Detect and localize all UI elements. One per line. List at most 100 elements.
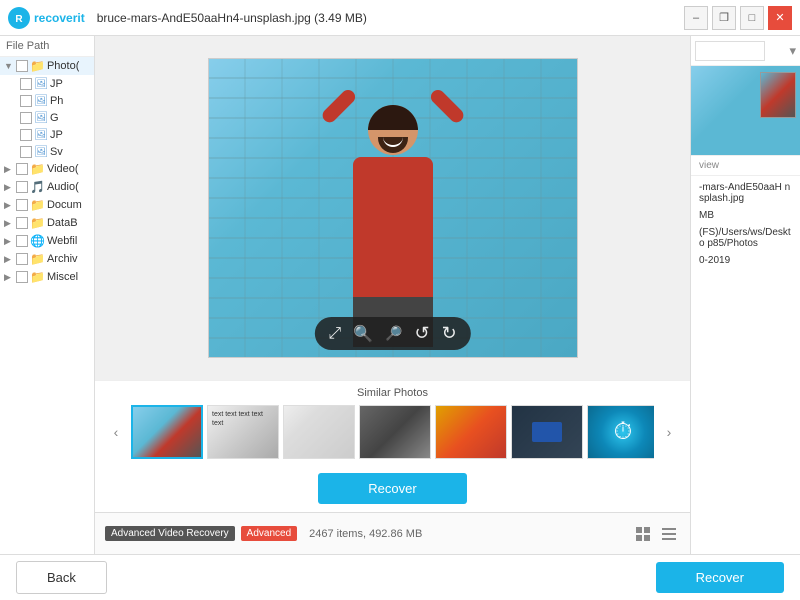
db-checkbox[interactable] (16, 217, 28, 229)
web-arrow: ▶ (4, 236, 14, 247)
sidebar-item-photos[interactable]: ▼ 📁 Photo( (0, 57, 94, 75)
maximize-button[interactable]: □ (740, 6, 764, 30)
db-arrow: ▶ (4, 218, 14, 229)
status-text: 2467 items, 492.86 MB (309, 528, 422, 540)
archive-checkbox[interactable] (16, 253, 28, 265)
restore-button[interactable]: ❐ (712, 6, 736, 30)
sidebar-item-db[interactable]: ▶ 📁 DataB (0, 214, 94, 232)
folder-icon-video: 📁 (30, 162, 45, 176)
zoom-in-icon[interactable]: 🔍 (353, 324, 373, 344)
prev-arrow[interactable]: ‹ (105, 421, 127, 443)
back-button[interactable]: Back (16, 561, 107, 594)
grid-view-button[interactable] (632, 523, 654, 545)
window-title: bruce-mars-AndE50aaHn4-unsplash.jpg (3.4… (97, 11, 684, 25)
right-panel-info: -mars-AndE50aaH nsplash.jpg MB (FS)/User… (691, 176, 800, 554)
sidebar-item-video[interactable]: ▶ 📁 Video( (0, 160, 94, 178)
preview-toolbar: ⤢ 🔍 🔎 ↺ ↻ (314, 317, 470, 350)
thumbnail-6[interactable] (511, 405, 583, 459)
misc-checkbox[interactable] (16, 271, 28, 283)
sidebar-db-label: DataB (47, 217, 78, 229)
similar-photos-title: Similar Photos (105, 387, 680, 399)
advanced-badge: Advanced (241, 526, 297, 541)
sidebar-item-ph[interactable]: 🖼 Ph (0, 92, 94, 109)
filename-row: -mars-AndE50aaH nsplash.jpg (699, 182, 792, 204)
folder-icon-docs: 📁 (30, 198, 45, 212)
sidebar-misc-label: Miscel (47, 271, 78, 283)
window-controls: – ❐ □ ✕ (684, 6, 792, 30)
right-panel: ▾ view -mars-AndE50aaH nsplash.jpg MB (F… (690, 36, 800, 554)
preview-image (208, 58, 578, 358)
audio-arrow: ▶ (4, 182, 14, 193)
sidebar-item-misc[interactable]: ▶ 📁 Miscel (0, 268, 94, 286)
rotate-left-icon[interactable]: ↺ (414, 323, 429, 344)
ph-checkbox[interactable] (20, 95, 32, 107)
folder-icon-archive: 📁 (30, 252, 45, 266)
thumbnail-2[interactable]: text text text text text (207, 405, 279, 459)
sidebar-item-web[interactable]: ▶ 🌐 Webfil (0, 232, 94, 250)
person-illustration (353, 105, 433, 347)
jp2-checkbox[interactable] (20, 129, 32, 141)
next-arrow[interactable]: › (658, 421, 680, 443)
fit-screen-icon[interactable]: ⤢ (328, 325, 341, 343)
preview-image-container: ⤢ 🔍 🔎 ↺ ↻ (208, 58, 578, 358)
recover-button-footer[interactable]: Recover (656, 562, 784, 593)
filename-value: -mars-AndE50aaH nsplash.jpg (699, 182, 792, 204)
photos-checkbox[interactable] (16, 60, 28, 72)
docs-checkbox[interactable] (16, 199, 28, 211)
folder-icon-misc: 📁 (30, 270, 45, 284)
audio-checkbox[interactable] (16, 181, 28, 193)
recover-button-main[interactable]: Recover (318, 473, 466, 504)
footer: Back Recover (0, 554, 800, 600)
sidebar-item-sv[interactable]: 🖼 Sv (0, 143, 94, 160)
person-body (353, 157, 433, 297)
g-checkbox[interactable] (20, 112, 32, 124)
docs-arrow: ▶ (4, 200, 14, 211)
zoom-out-icon[interactable]: 🔎 (385, 325, 402, 342)
jp1-checkbox[interactable] (20, 78, 32, 90)
expand-arrow: ▼ (4, 61, 14, 71)
size-value: MB (699, 210, 792, 221)
sidebar-header: File Path (0, 36, 94, 57)
person-hair (368, 105, 418, 130)
title-bar: R recoverit bruce-mars-AndE50aaHn4-unspl… (0, 0, 800, 36)
folder-icon-web: 🌐 (30, 234, 45, 248)
sidebar-g-label: G (50, 112, 59, 124)
filter-icon[interactable]: ▾ (789, 43, 796, 59)
sidebar: File Path ▼ 📁 Photo( 🖼 JP 🖼 Ph 🖼 G 🖼 JP (0, 36, 95, 554)
misc-arrow: ▶ (4, 272, 14, 283)
sidebar-item-archive[interactable]: ▶ 📁 Archiv (0, 250, 94, 268)
app-name-label: recoverit (34, 11, 85, 25)
sidebar-item-docs[interactable]: ▶ 📁 Docum (0, 196, 94, 214)
file-icon-ph: 🖼 (34, 94, 48, 107)
center-panel: ⤢ 🔍 🔎 ↺ ↻ Similar Photos ‹ (95, 36, 690, 554)
thumbnail-4[interactable] (359, 405, 431, 459)
sv-checkbox[interactable] (20, 146, 32, 158)
sidebar-audio-label: Audio( (47, 181, 79, 193)
path-row: (FS)/Users/ws/Deskto p85/Photos (699, 227, 792, 249)
sidebar-item-g[interactable]: 🖼 G (0, 109, 94, 126)
right-panel-view-label: view (699, 160, 719, 171)
sidebar-item-audio[interactable]: ▶ 🎵 Audio( (0, 178, 94, 196)
view-controls (632, 523, 680, 545)
rotate-right-icon[interactable]: ↻ (442, 323, 457, 344)
right-panel-thumbnail (691, 66, 800, 156)
file-icon-g: 🖼 (34, 111, 48, 124)
app-logo: R recoverit (8, 7, 85, 29)
web-checkbox[interactable] (16, 235, 28, 247)
sidebar-item-jp2[interactable]: 🖼 JP (0, 126, 94, 143)
bottom-bar-left: Advanced Video Recovery Advanced 2467 it… (105, 526, 624, 541)
sidebar-jp1-label: JP (50, 78, 63, 90)
search-input[interactable] (695, 41, 765, 61)
list-view-button[interactable] (658, 523, 680, 545)
video-checkbox[interactable] (16, 163, 28, 175)
main-container: File Path ▼ 📁 Photo( 🖼 JP 🖼 Ph 🖼 G 🖼 JP (0, 36, 800, 554)
thumbnail-7[interactable]: ⏱ (587, 405, 654, 459)
minimize-button[interactable]: – (684, 6, 708, 30)
advanced-video-recovery-badge[interactable]: Advanced Video Recovery (105, 526, 235, 541)
sidebar-item-jp1[interactable]: 🖼 JP (0, 75, 94, 92)
thumbnail-5[interactable] (435, 405, 507, 459)
path-value: (FS)/Users/ws/Deskto p85/Photos (699, 227, 792, 249)
thumbnail-3[interactable] (283, 405, 355, 459)
thumbnail-1[interactable] (131, 405, 203, 459)
close-button[interactable]: ✕ (768, 6, 792, 30)
